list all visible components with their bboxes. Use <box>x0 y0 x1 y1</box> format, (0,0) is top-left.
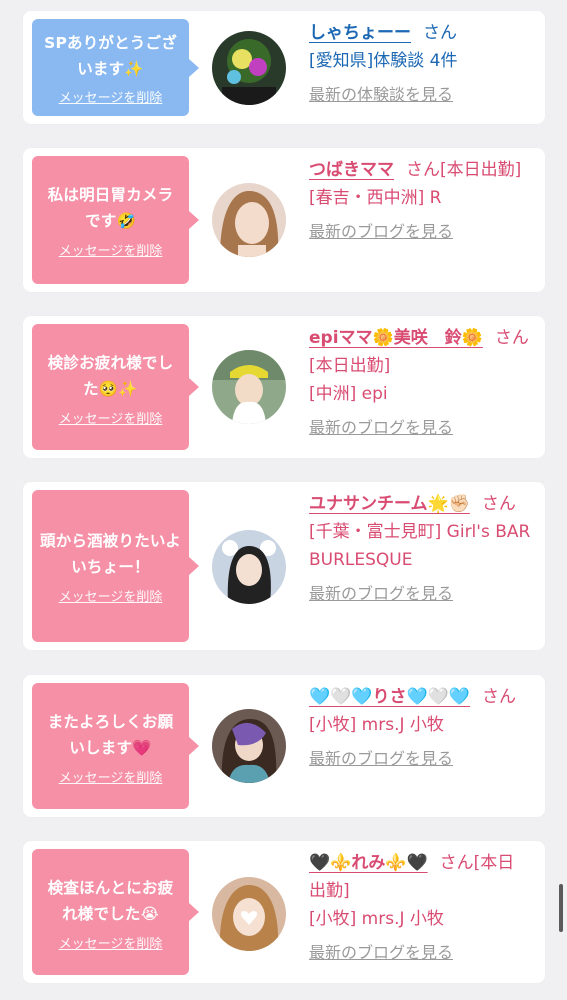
honorific: さん[本日出勤] <box>406 160 522 180</box>
delete-message-link[interactable]: メッセージを削除 <box>40 767 181 786</box>
message-bubble: SPありがとうございます✨ メッセージを削除 <box>32 19 199 116</box>
avatar[interactable] <box>212 530 286 604</box>
user-name-link[interactable]: epiママ🌼美咲 鈴🌼 <box>309 328 483 348</box>
latest-link[interactable]: 最新のブログを見る <box>309 745 531 773</box>
latest-link[interactable]: 最新のブログを見る <box>309 218 531 246</box>
message-bubble: 検査ほんとにお疲れ様でした😭 メッセージを削除 <box>32 849 199 975</box>
avatar[interactable] <box>212 183 286 257</box>
message-card: またよろしくお願いします💗 メッセージを削除 🩵🤍🩵りさ🩵🤍🩵 さん [小牧] m… <box>23 675 545 817</box>
avatar[interactable] <box>212 877 286 951</box>
message-text: またよろしくお願いします💗 <box>47 713 174 757</box>
user-meta: [千葉・富士見町] Girl's BAR BURLESQUE <box>309 522 531 570</box>
avatar[interactable] <box>212 709 286 783</box>
user-info: 🖤⚜️れみ⚜️🖤 さん[本日出勤] [小牧] mrs.J 小牧 最新のブログを見る <box>309 849 531 967</box>
message-card: 検査ほんとにお疲れ様でした😭 メッセージを削除 🖤⚜️れみ⚜️🖤 さん[本日出勤]… <box>23 841 545 983</box>
latest-link[interactable]: 最新のブログを見る <box>309 580 531 608</box>
latest-link[interactable]: 最新のブログを見る <box>309 939 531 967</box>
message-card: SPありがとうございます✨ メッセージを削除 しゃちょーー さん [愛知県]体験談… <box>23 11 545 124</box>
user-info: ユナサンチーム🌟✊🏻 さん [千葉・富士見町] Girl's BAR BURLES… <box>309 490 531 608</box>
user-name-link[interactable]: つばきママ <box>309 160 394 180</box>
latest-link[interactable]: 最新の体験談を見る <box>309 81 531 109</box>
user-info: epiママ🌼美咲 鈴🌼 さん[本日出勤] [中洲] epi 最新のブログを見る <box>309 324 531 442</box>
latest-link[interactable]: 最新のブログを見る <box>309 414 531 442</box>
message-bubble: 頭から酒被りたいよいちょー！ メッセージを削除 <box>32 490 199 642</box>
message-bubble: またよろしくお願いします💗 メッセージを削除 <box>32 683 199 809</box>
message-text: SPありがとうございます✨ <box>44 34 177 78</box>
user-meta: [春吉・西中洲] R <box>309 188 442 208</box>
user-meta: [小牧] mrs.J 小牧 <box>309 715 444 735</box>
delete-message-link[interactable]: メッセージを削除 <box>40 240 181 259</box>
avatar[interactable] <box>212 350 286 424</box>
message-card: 検診お疲れ様でした🥺✨ メッセージを削除 epiママ🌼美咲 鈴🌼 さん[本日出勤]… <box>23 316 545 458</box>
user-info: 🩵🤍🩵りさ🩵🤍🩵 さん [小牧] mrs.J 小牧 最新のブログを見る <box>309 683 531 773</box>
message-bubble: 検診お疲れ様でした🥺✨ メッセージを削除 <box>32 324 199 450</box>
delete-message-link[interactable]: メッセージを削除 <box>40 408 181 427</box>
delete-message-link[interactable]: メッセージを削除 <box>40 87 181 106</box>
message-card: 私は明日胃カメラです🤣 メッセージを削除 つばきママ さん[本日出勤] [春吉・西… <box>23 148 545 292</box>
honorific: さん <box>481 494 516 514</box>
user-meta: [愛知県]体験談 4件 <box>309 51 458 71</box>
user-name-link[interactable]: 🖤⚜️れみ⚜️🖤 <box>309 853 428 873</box>
honorific: さん <box>423 23 457 43</box>
scrollbar[interactable] <box>559 884 563 932</box>
user-name-link[interactable]: ユナサンチーム🌟✊🏻 <box>309 494 470 514</box>
message-text: 私は明日胃カメラです🤣 <box>47 186 174 230</box>
user-name-link[interactable]: 🩵🤍🩵りさ🩵🤍🩵 <box>309 687 470 707</box>
user-meta: [中洲] epi <box>309 384 388 404</box>
message-bubble: 私は明日胃カメラです🤣 メッセージを削除 <box>32 156 199 284</box>
delete-message-link[interactable]: メッセージを削除 <box>40 933 181 952</box>
message-text: 検査ほんとにお疲れ様でした😭 <box>47 879 174 923</box>
user-name-link[interactable]: しゃちょーー <box>309 23 411 43</box>
user-info: しゃちょーー さん [愛知県]体験談 4件 最新の体験談を見る <box>309 19 531 109</box>
avatar[interactable] <box>212 31 286 105</box>
delete-message-link[interactable]: メッセージを削除 <box>40 586 181 605</box>
honorific: さん <box>482 687 517 707</box>
message-text: 頭から酒被りたいよいちょー！ <box>40 532 181 576</box>
user-meta: [小牧] mrs.J 小牧 <box>309 909 444 929</box>
message-text: 検診お疲れ様でした🥺✨ <box>47 354 174 398</box>
message-card: 頭から酒被りたいよいちょー！ メッセージを削除 ユナサンチーム🌟✊🏻 さん [千葉… <box>23 482 545 650</box>
user-info: つばきママ さん[本日出勤] [春吉・西中洲] R 最新のブログを見る <box>309 156 531 246</box>
